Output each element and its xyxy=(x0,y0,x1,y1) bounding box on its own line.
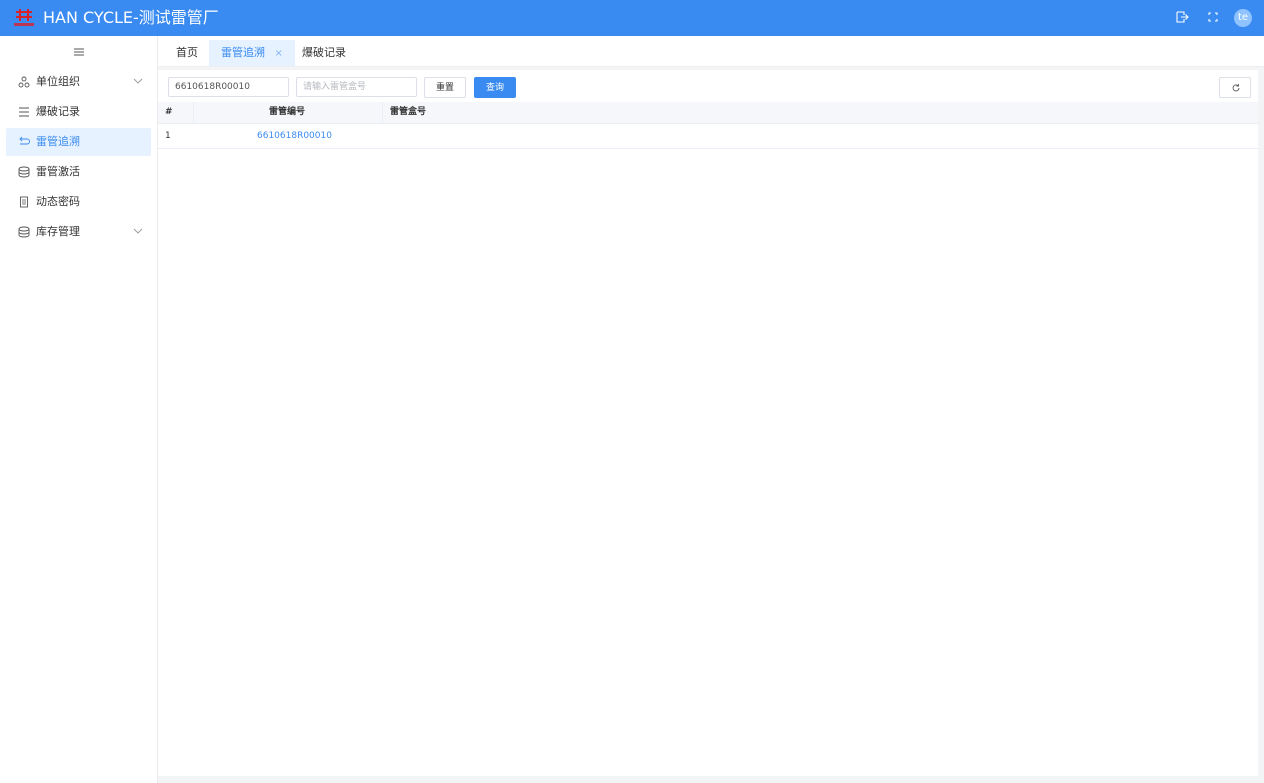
tab-label: 雷管追溯 xyxy=(221,46,265,59)
sidebar-item-dynamic-password[interactable]: 动态密码 xyxy=(6,188,151,216)
menu-collapse-icon[interactable] xyxy=(72,46,86,58)
sidebar-item-org[interactable]: 单位组织 xyxy=(6,68,151,96)
tab-detonator-trace[interactable]: 雷管追溯 × xyxy=(209,40,295,66)
table-row[interactable]: 1 6610618R00010 xyxy=(158,124,1258,149)
list-icon xyxy=(19,107,29,117)
sidebar-item-blast-records[interactable]: 爆破记录 xyxy=(6,98,151,126)
database-icon xyxy=(18,166,30,178)
sidebar-item-label: 雷管激活 xyxy=(36,165,80,178)
sidebar-item-label: 爆破记录 xyxy=(36,105,80,118)
database-icon xyxy=(18,226,30,238)
column-divider xyxy=(382,102,383,123)
detonator-no-link[interactable]: 6610618R00010 xyxy=(257,124,332,148)
logout-icon[interactable] xyxy=(1175,10,1189,24)
close-icon[interactable]: × xyxy=(275,48,283,59)
reset-button[interactable]: 重置 xyxy=(424,77,466,98)
tab-home[interactable]: 首页 xyxy=(164,40,210,66)
header-index: # xyxy=(165,107,173,117)
trace-icon xyxy=(19,136,30,145)
chevron-down-icon xyxy=(133,78,143,84)
main-content: 重置 查询 # 雷管编号 雷管盒号 1 6610618R00010 xyxy=(158,70,1258,776)
logo-icon xyxy=(14,9,34,26)
sidebar-item-label: 单位组织 xyxy=(36,75,80,88)
app-title: HAN CYCLE-测试雷管厂 xyxy=(43,8,219,27)
tab-bar: 首页 雷管追溯 × 爆破记录 xyxy=(158,36,1264,67)
row-index: 1 xyxy=(165,131,171,141)
sidebar-item-label: 库存管理 xyxy=(36,225,80,238)
avatar[interactable]: te xyxy=(1234,9,1252,27)
sidebar: 单位组织 爆破记录 雷管追溯 雷管激活 动态密码 库存管理 xyxy=(0,36,158,783)
detonator-no-input[interactable] xyxy=(168,77,289,97)
document-icon xyxy=(20,196,28,208)
tab-blast-records[interactable]: 爆破记录 xyxy=(290,40,358,66)
sidebar-item-detonator-activate[interactable]: 雷管激活 xyxy=(6,158,151,186)
tab-label: 爆破记录 xyxy=(302,46,346,59)
chevron-down-icon xyxy=(133,228,143,234)
table-header: # 雷管编号 雷管盒号 xyxy=(158,102,1258,124)
query-button[interactable]: 查询 xyxy=(474,77,516,98)
sidebar-item-label: 动态密码 xyxy=(36,195,80,208)
box-no-input[interactable] xyxy=(296,77,417,97)
tab-label: 首页 xyxy=(176,46,198,59)
header-box-no: 雷管盒号 xyxy=(390,107,427,117)
header-detonator-no: 雷管编号 xyxy=(269,107,306,117)
sidebar-item-inventory[interactable]: 库存管理 xyxy=(6,218,151,246)
org-icon xyxy=(18,76,30,88)
column-divider xyxy=(193,102,194,123)
content-bottom-strip xyxy=(158,776,1258,783)
fullscreen-icon[interactable] xyxy=(1206,10,1220,24)
sidebar-item-detonator-trace[interactable]: 雷管追溯 xyxy=(6,128,151,156)
refresh-button[interactable] xyxy=(1219,77,1251,98)
refresh-icon xyxy=(1232,84,1240,92)
top-header: HAN CYCLE-测试雷管厂 te xyxy=(0,0,1264,36)
sidebar-item-label: 雷管追溯 xyxy=(36,135,80,148)
